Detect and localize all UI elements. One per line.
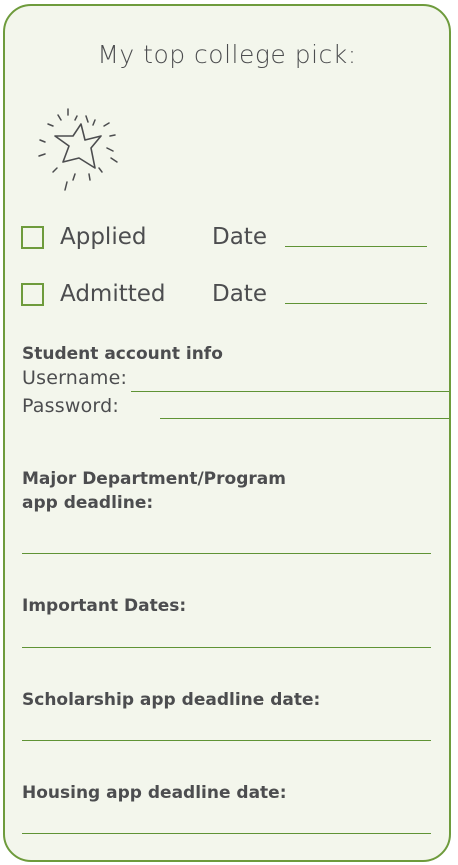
- admitted-date-label: Date: [212, 281, 267, 307]
- scholarship-deadline-heading: Scholarship app deadline date:: [22, 690, 321, 710]
- major-deadline-heading-line1: Major Department/Program: [22, 469, 286, 489]
- applied-label: Applied: [60, 224, 147, 250]
- sparkle-star-icon: [38, 108, 118, 191]
- applied-date-label: Date: [212, 224, 267, 250]
- username-field[interactable]: [131, 391, 449, 392]
- admitted-row: Admitted: [21, 280, 166, 308]
- major-deadline-heading-line2: app deadline:: [22, 493, 154, 513]
- important-dates-heading: Important Dates:: [22, 596, 187, 616]
- password-field[interactable]: [160, 418, 449, 419]
- password-label: Password:: [22, 395, 119, 417]
- admitted-label: Admitted: [60, 281, 166, 307]
- housing-deadline-field[interactable]: [22, 833, 431, 834]
- admitted-checkbox[interactable]: [21, 282, 44, 306]
- applied-date-field[interactable]: [285, 246, 427, 247]
- username-label: Username:: [22, 367, 128, 389]
- admitted-date-field[interactable]: [285, 303, 427, 304]
- important-dates-field[interactable]: [22, 647, 431, 648]
- housing-deadline-heading: Housing app deadline date:: [22, 783, 287, 803]
- card-title: My top college pick:: [97, 40, 357, 69]
- college-pick-card: My top college pick: Applied Date Admitt…: [3, 4, 451, 862]
- scholarship-deadline-field[interactable]: [22, 740, 431, 741]
- applied-checkbox[interactable]: [21, 225, 44, 249]
- account-heading: Student account info: [22, 344, 223, 364]
- applied-row: Applied: [21, 223, 146, 251]
- major-deadline-field[interactable]: [22, 553, 431, 554]
